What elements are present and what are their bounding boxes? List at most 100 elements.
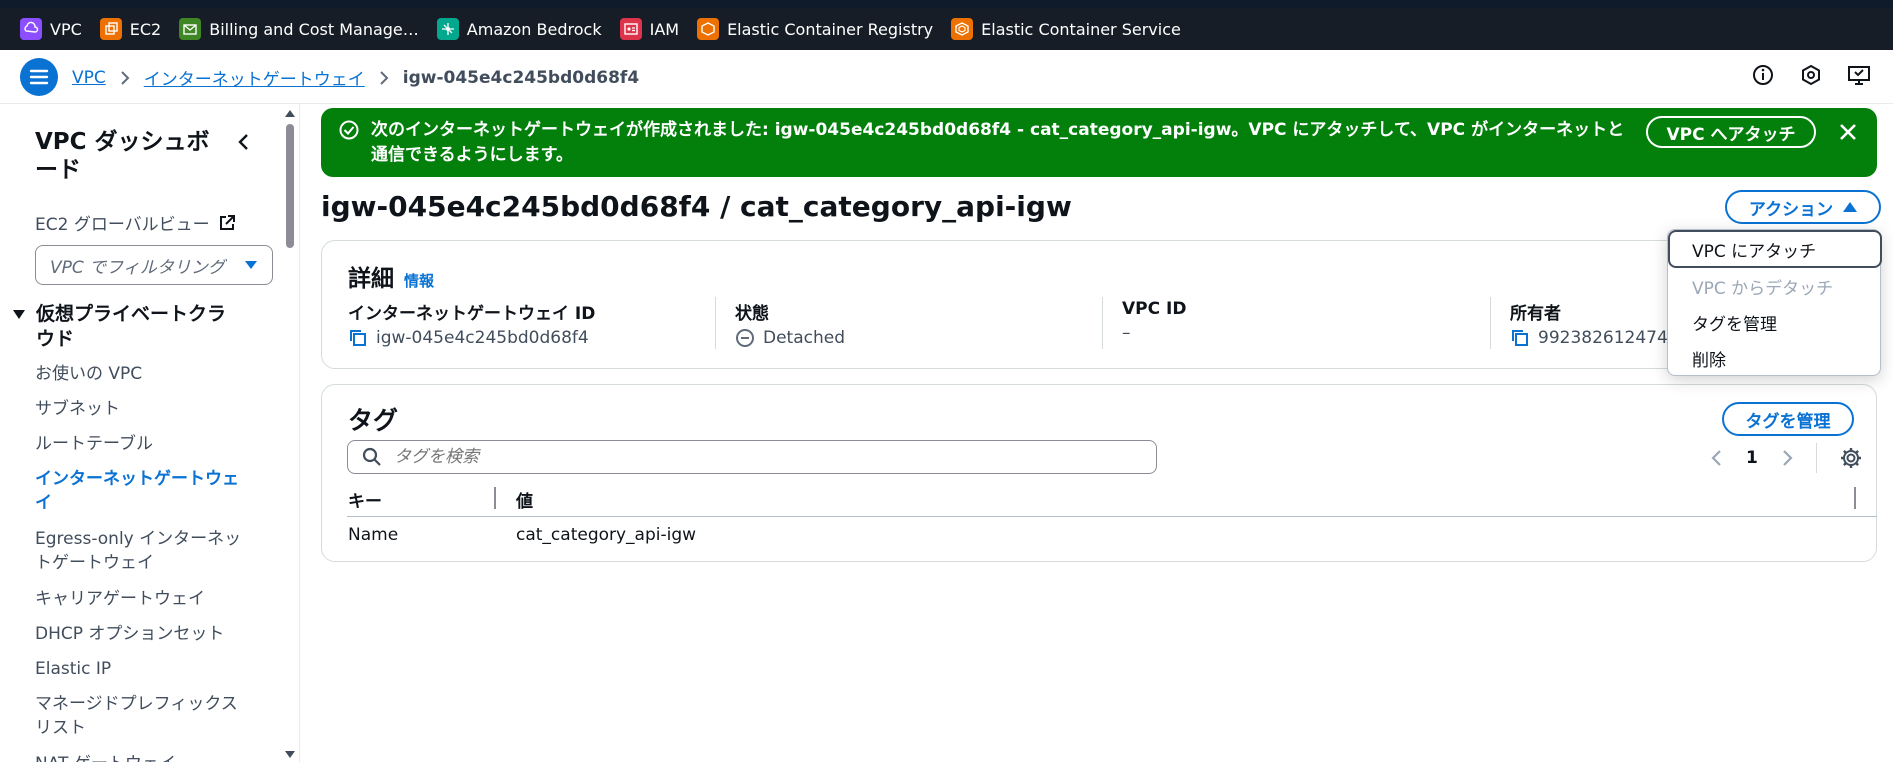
sidebar-item-label: EC2 グローバルビュー	[35, 215, 210, 235]
column-resizer[interactable]	[494, 487, 496, 509]
shortcut-label: Elastic Container Service	[981, 19, 1181, 39]
chevron-right-icon	[380, 70, 389, 85]
scroll-up-icon[interactable]	[283, 108, 297, 118]
details-container: 詳細 情報 インターネットゲートウェイ ID igw-045e4c245bd0d…	[321, 240, 1877, 369]
side-navigation: VPC ダッシュボード EC2 グローバルビュー VPC でフィルタリング 仮想…	[0, 104, 300, 762]
settings-hexagon-icon[interactable]	[1799, 63, 1823, 87]
chevron-right-icon	[121, 70, 130, 85]
external-link-icon	[219, 214, 235, 230]
actions-dropdown-menu: VPC にアタッチ VPC からデタッチ タグを管理 削除	[1667, 229, 1882, 376]
chevron-left-icon[interactable]	[1710, 448, 1724, 468]
gear-icon[interactable]	[1839, 446, 1863, 470]
pager-divider	[1815, 443, 1817, 473]
billing-icon	[179, 18, 202, 40]
detail-label: 状態	[735, 304, 769, 324]
table-header-divider	[347, 516, 1877, 517]
sidebar-ec2-global-view[interactable]: EC2 グローバルビュー	[35, 210, 236, 235]
details-header: 詳細 情報	[348, 259, 434, 293]
sidebar-item-dhcp-options[interactable]: DHCP オプションセット	[35, 622, 250, 646]
screen-icon[interactable]	[1847, 63, 1871, 87]
breadcrumb-header: VPC インターネットゲートウェイ igw-045e4c245bd0d68f4	[0, 50, 1893, 104]
service-shortcut-bar: VPC EC2 Billing and Cost Manage… Amazon …	[0, 0, 1893, 50]
filter-placeholder: VPC でフィルタリング	[50, 257, 225, 278]
column-divider	[1490, 297, 1491, 349]
column-header-key[interactable]: キー	[348, 487, 382, 512]
table-cell-value: cat_category_api-igw	[516, 525, 697, 545]
detail-vpc-id: VPC ID –	[1122, 299, 1186, 343]
ec2-icon	[99, 18, 122, 40]
detail-owner: 所有者 992382612474	[1510, 299, 1668, 348]
shortcut-iam[interactable]: IAM	[619, 18, 679, 40]
iam-icon	[619, 18, 642, 40]
sidebar-item-managed-prefix-lists[interactable]: マネージドプレフィックスリスト	[35, 692, 250, 740]
column-header-value[interactable]: 値	[516, 487, 533, 512]
shortcut-label: Elastic Container Registry	[727, 19, 934, 39]
shortcut-billing[interactable]: Billing and Cost Manage…	[179, 18, 419, 40]
actions-button[interactable]: アクション	[1725, 190, 1881, 224]
shortcut-ecr[interactable]: Elastic Container Registry	[697, 18, 933, 40]
detail-igw-id: インターネットゲートウェイ ID igw-045e4c245bd0d68f4	[348, 299, 595, 348]
pagination: 1	[1710, 443, 1863, 473]
caret-up-icon	[1843, 202, 1858, 212]
detail-value: –	[1122, 323, 1131, 343]
tag-search-input[interactable]	[394, 447, 1094, 467]
column-divider	[1102, 297, 1103, 349]
sidebar-item-egress-only-igw[interactable]: Egress-only インターネットゲートウェイ	[35, 527, 250, 575]
shortcut-ec2[interactable]: EC2	[99, 18, 162, 40]
info-link[interactable]: 情報	[404, 270, 434, 291]
shortcut-ecs[interactable]: Elastic Container Service	[951, 18, 1181, 40]
detail-value: Detached	[763, 328, 846, 348]
sidebar-item-route-tables[interactable]: ルートテーブル	[35, 432, 250, 456]
detail-label: インターネットゲートウェイ ID	[348, 304, 596, 324]
sidebar-item-subnets[interactable]: サブネット	[35, 397, 250, 421]
breadcrumb-igw-link[interactable]: インターネットゲートウェイ	[144, 65, 365, 90]
caret-down-icon	[245, 261, 257, 269]
detail-state: 状態 Detached	[735, 299, 845, 348]
detail-label: 所有者	[1510, 304, 1561, 324]
search-icon	[362, 447, 381, 466]
sidebar-item-elastic-ip[interactable]: Elastic IP	[35, 657, 250, 681]
sidebar-item-nat-gateways[interactable]: NAT ゲートウェイ	[35, 752, 250, 762]
sidebar-title[interactable]: VPC ダッシュボード	[35, 128, 210, 184]
chevron-left-icon[interactable]	[232, 130, 256, 154]
detached-status-icon	[736, 329, 754, 347]
sidebar-item-internet-gateways[interactable]: インターネットゲートウェイ	[35, 467, 250, 515]
shortcut-label: VPC	[50, 19, 82, 39]
menu-item-detach-from-vpc: VPC からデタッチ	[1692, 279, 1834, 299]
menu-item-delete[interactable]: 削除	[1692, 346, 1726, 371]
shortcut-label: EC2	[129, 19, 162, 39]
scrollbar-thumb[interactable]	[286, 124, 294, 248]
attach-to-vpc-button[interactable]: VPC へアタッチ	[1646, 116, 1816, 148]
close-icon[interactable]	[1836, 120, 1860, 144]
vpc-filter-select[interactable]: VPC でフィルタリング	[35, 245, 273, 285]
menu-item-attach-to-vpc[interactable]: VPC にアタッチ	[1668, 230, 1882, 268]
copy-icon[interactable]	[348, 328, 368, 348]
chevron-right-icon[interactable]	[1780, 448, 1794, 468]
page-title: igw-045e4c245bd0d68f4 / cat_category_api…	[321, 190, 1072, 223]
shortcut-bedrock[interactable]: Amazon Bedrock	[436, 18, 602, 40]
menu-item-manage-tags[interactable]: タグを管理	[1692, 310, 1777, 335]
copy-icon[interactable]	[1510, 328, 1530, 348]
ecs-icon	[951, 18, 974, 40]
success-flashbar: 次のインターネットゲートウェイが作成されました: igw-045e4c245bd…	[321, 108, 1877, 177]
details-heading: 詳細	[348, 266, 394, 292]
sidebar-item-carrier-gateways[interactable]: キャリアゲートウェイ	[35, 587, 250, 611]
shortcut-vpc[interactable]: VPC	[20, 18, 82, 40]
manage-tags-button[interactable]: タグを管理	[1722, 402, 1854, 436]
sidebar-item-your-vpcs[interactable]: お使いの VPC	[35, 362, 250, 386]
breadcrumb-vpc-link[interactable]: VPC	[72, 68, 106, 88]
scroll-down-icon[interactable]	[283, 750, 297, 760]
navigation-menu-button[interactable]	[20, 58, 58, 96]
sidebar-section-vpc[interactable]: 仮想プライベートクラウド	[12, 302, 241, 352]
success-check-icon	[339, 120, 359, 140]
column-divider	[715, 297, 716, 349]
info-icon[interactable]	[1751, 63, 1775, 87]
shortcut-label: Billing and Cost Manage…	[209, 19, 419, 39]
bedrock-icon	[436, 18, 459, 40]
column-resizer[interactable]	[1854, 487, 1856, 509]
tag-search-field[interactable]	[347, 440, 1157, 474]
sidebar-scrollbar[interactable]	[283, 104, 297, 762]
current-page[interactable]: 1	[1746, 448, 1758, 468]
tags-heading: タグ	[348, 406, 399, 435]
detail-value: igw-045e4c245bd0d68f4	[376, 328, 589, 348]
